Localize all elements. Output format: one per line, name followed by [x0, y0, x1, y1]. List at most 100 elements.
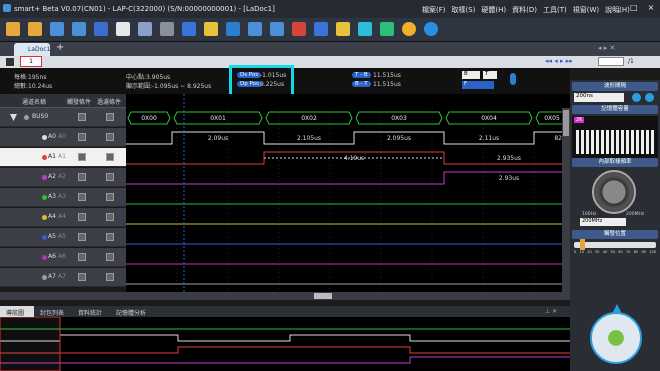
marker-pin-icon[interactable] [510, 73, 516, 85]
col-trigger[interactable]: 觸發條件 [67, 97, 91, 106]
marker-icon[interactable] [336, 22, 350, 36]
page-input[interactable] [598, 57, 624, 66]
trigger-checkbox[interactable] [78, 153, 86, 161]
wave-interval-select[interactable]: 200ns [574, 93, 624, 102]
channel-row[interactable]: A0 A0 [0, 128, 126, 147]
scroll-thumb[interactable] [314, 293, 332, 299]
print-icon[interactable] [50, 22, 64, 36]
trigger-checkbox[interactable] [78, 233, 86, 241]
filter-checkbox[interactable] [106, 153, 114, 161]
channel-row[interactable]: BUS0 [0, 108, 126, 127]
trigger-icon[interactable] [270, 22, 284, 36]
trigger-pos-thumb[interactable] [580, 239, 585, 250]
vertical-scrollbar[interactable] [562, 108, 570, 292]
save-icon[interactable] [28, 22, 42, 36]
menu-tools[interactable]: 工具(T) [543, 5, 567, 15]
trigger-checkbox[interactable] [78, 273, 86, 281]
settings-icon[interactable] [292, 22, 306, 36]
filter-checkbox[interactable] [106, 193, 114, 201]
channel-row[interactable]: A5 A5 [0, 228, 126, 247]
page-number-box[interactable]: 1 [20, 56, 42, 67]
channel-sub: A0 [58, 133, 66, 140]
import-icon[interactable] [182, 22, 196, 36]
add-tab-button[interactable]: + [56, 42, 64, 53]
frequency-knob[interactable] [592, 170, 636, 214]
channel-row[interactable]: A6 A6 [0, 248, 126, 267]
filter-checkbox[interactable] [106, 113, 114, 121]
play-icon[interactable] [424, 22, 438, 36]
stop-icon[interactable] [226, 22, 240, 36]
panel-pin-icon[interactable]: ⊥ ✕ [545, 308, 557, 315]
trigger-checkbox[interactable] [78, 193, 86, 201]
tools-icon[interactable] [94, 22, 108, 36]
document-tabs: LaDoc1 + ◂ ▸ ✕ [0, 42, 660, 56]
minimize-button[interactable]: _ [616, 3, 620, 12]
cursor-select-2[interactable]: T [483, 71, 497, 79]
channel-row[interactable]: A4 A4 [0, 208, 126, 227]
menu-file[interactable]: 檔案(F) [422, 5, 446, 15]
a0-measure: 2.105us [297, 135, 321, 142]
filter-checkbox[interactable] [106, 253, 114, 261]
maximize-button[interactable]: □ [630, 3, 638, 12]
open-icon[interactable] [6, 22, 20, 36]
trigger-checkbox[interactable] [78, 133, 86, 141]
menu-hardware[interactable]: 硬體(H) [481, 5, 506, 15]
col-channel-name[interactable]: 通道名稱 [22, 97, 46, 106]
cursor-select-3[interactable]: F [462, 81, 494, 89]
channel-scrollbar[interactable] [0, 292, 126, 300]
database-icon[interactable] [116, 22, 130, 36]
channel-row[interactable]: A3 A3 [0, 188, 126, 207]
col-filter[interactable]: 過濾條件 [97, 97, 121, 106]
bus-icon[interactable] [248, 22, 262, 36]
capture-icon[interactable] [72, 22, 86, 36]
channel-row[interactable]: A7 A7 [0, 268, 126, 287]
highlight-box [229, 65, 294, 97]
tab-packet-list[interactable]: 封包列表 [40, 308, 64, 317]
run-icon[interactable] [204, 22, 218, 36]
waveform-area[interactable]: 0X00 0X01 0X02 0X03 0X04 0X05 2.09us 2.105us 2.0… [126, 94, 570, 292]
nav-dial[interactable] [590, 304, 642, 364]
star-icon[interactable] [402, 22, 416, 36]
tab-navigation[interactable]: 導航圖 [0, 306, 34, 317]
tab-memory-analysis[interactable]: 記憶體分析 [116, 308, 146, 317]
trigger-checkbox[interactable] [78, 113, 86, 121]
menu-window[interactable]: 視窗(W) [573, 5, 599, 15]
tab-ladoc1[interactable]: LaDoc1 [14, 43, 50, 56]
dial-up-icon[interactable] [612, 304, 622, 314]
trigger-checkbox[interactable] [78, 173, 86, 181]
filter-checkbox[interactable] [106, 173, 114, 181]
tab-nav-arrows[interactable]: ◂ ▸ ✕ [598, 44, 615, 52]
vscroll-thumb[interactable] [563, 110, 569, 136]
filter-checkbox[interactable] [106, 133, 114, 141]
tab-data-stats[interactable]: 資料統計 [78, 308, 102, 317]
zoom-in-icon[interactable] [632, 93, 641, 102]
trigger-checkbox[interactable] [78, 213, 86, 221]
close-button[interactable]: × [648, 3, 655, 12]
trigger-scale-tick: 100 [649, 250, 656, 254]
horizontal-scrollbar[interactable] [126, 292, 570, 300]
zoom-out-icon[interactable] [645, 93, 654, 102]
menu-sample[interactable]: 取樣(S) [452, 5, 476, 15]
flag-icon[interactable] [314, 22, 328, 36]
channel-row[interactable]: A1 A1 [0, 148, 126, 167]
zoom-icon[interactable] [380, 22, 394, 36]
navigation-overview[interactable] [0, 317, 570, 371]
page-nav-buttons[interactable]: ◂◂ ◂ ▸ ▸▸ [545, 57, 573, 65]
filter-checkbox[interactable] [106, 233, 114, 241]
menu-data[interactable]: 資料(D) [512, 5, 537, 15]
export-icon[interactable] [160, 22, 174, 36]
trigger-checkbox[interactable] [78, 253, 86, 261]
chip-icon[interactable] [138, 22, 152, 36]
cursor-select-1[interactable]: B [462, 71, 480, 79]
trigger-pos-slider[interactable] [574, 239, 656, 250]
filter-checkbox[interactable] [106, 213, 114, 221]
frequency-select[interactable]: 200MHz [580, 218, 626, 226]
memory-gauge[interactable]: 2K [572, 116, 658, 158]
b-t-value: 11.515us [373, 81, 401, 88]
pin-icon[interactable] [6, 58, 14, 66]
channel-row[interactable]: A2 A2 [0, 168, 126, 187]
expand-icon[interactable] [10, 114, 17, 121]
filter-checkbox[interactable] [106, 273, 114, 281]
channel-sub: A5 [58, 233, 66, 240]
search-icon[interactable] [358, 22, 372, 36]
